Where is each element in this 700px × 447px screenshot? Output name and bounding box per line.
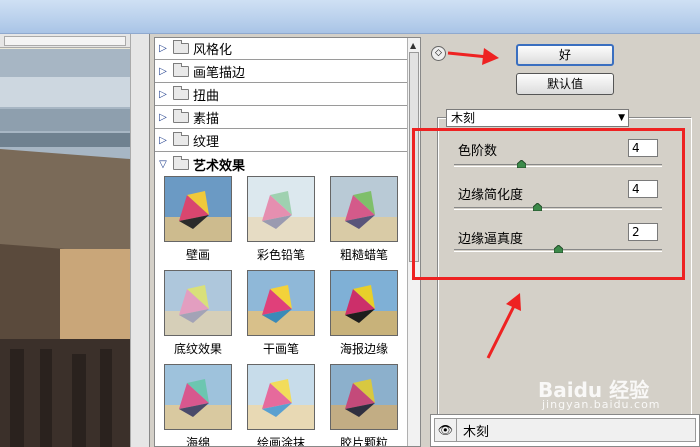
highlight-box (412, 128, 685, 280)
filter-label: 彩色铅笔 (256, 248, 305, 262)
folder-icon (173, 63, 189, 77)
filter-thumb-sponge[interactable] (164, 364, 232, 430)
collapse-gallery-icon[interactable]: ◇ (431, 46, 446, 61)
rough-pastels-thumbnail (331, 177, 397, 241)
category-label: 艺术效果 (193, 158, 246, 174)
filter-label: 海报边缘 (339, 342, 388, 356)
default-button[interactable]: 默认值 (516, 73, 614, 95)
filter-thumb-film-grain[interactable] (330, 364, 398, 430)
folder-icon (173, 132, 189, 146)
filter-thumb-dry-brush[interactable] (247, 270, 315, 336)
expand-triangle-icon[interactable]: ▷ (155, 135, 171, 146)
effect-layers-panel: 👁 木刻 (430, 414, 700, 447)
preview-horizontal-scrollbar[interactable] (0, 34, 149, 48)
preview-vertical-scrollbar[interactable] (130, 34, 149, 447)
category-distort[interactable]: ▷ 扭曲 (155, 84, 407, 106)
expand-triangle-icon[interactable]: ▷ (155, 66, 171, 77)
image-preview-pane[interactable] (0, 34, 150, 447)
sponge-thumbnail (165, 365, 231, 429)
collapse-triangle-icon[interactable]: ▽ (155, 159, 171, 170)
category-texture[interactable]: ▷ 纹理 (155, 130, 407, 152)
folder-icon (173, 40, 189, 54)
filter-select-value: 木刻 (451, 111, 476, 125)
filter-label: 底纹效果 (173, 342, 222, 356)
expand-triangle-icon[interactable]: ▷ (155, 43, 171, 54)
category-brush-strokes[interactable]: ▷ 画笔描边 (155, 61, 407, 83)
filter-thumb-poster-edges[interactable] (330, 270, 398, 336)
category-sketch[interactable]: ▷ 素描 (155, 107, 407, 129)
window-title-bar (0, 0, 700, 34)
category-label: 扭曲 (193, 89, 220, 104)
filter-type-select[interactable]: 木刻 ▼ (446, 109, 629, 127)
filter-thumb-rough-pastels[interactable] (330, 176, 398, 242)
filter-label: 胶片颗粒 (339, 436, 388, 447)
filter-label: 壁画 (185, 248, 210, 262)
scroll-up-icon[interactable]: ▲ (410, 41, 416, 50)
filter-thumb-underpainting[interactable] (164, 270, 232, 336)
layer-name: 木刻 (463, 424, 490, 440)
filter-label: 粗糙蜡笔 (339, 248, 388, 262)
filter-label: 绘画涂抹 (256, 436, 305, 447)
folder-open-icon (173, 155, 189, 170)
category-label: 风格化 (193, 43, 233, 58)
chevron-down-icon[interactable]: ▼ (618, 110, 625, 126)
expand-triangle-icon[interactable]: ▷ (155, 112, 171, 123)
category-label: 素描 (193, 112, 220, 127)
colored-pencil-thumbnail (248, 177, 314, 241)
filter-gallery[interactable]: ▷ 风格化 ▷ 画笔描边 ▷ 扭曲 ▷ 素描 ▷ 纹理 ▽ 艺术效果 壁画 彩色… (154, 37, 421, 447)
eye-icon[interactable]: 👁 (435, 419, 457, 441)
effect-layer-row[interactable]: 👁 木刻 (434, 418, 696, 442)
poster-edges-thumbnail (331, 271, 397, 335)
filter-thumb-fresco[interactable] (164, 176, 232, 242)
expand-triangle-icon[interactable]: ▷ (155, 89, 171, 100)
category-artistic[interactable]: ▽ 艺术效果 (155, 153, 407, 175)
folder-icon (173, 109, 189, 123)
category-label: 画笔描边 (193, 66, 246, 81)
preview-image (0, 49, 130, 447)
filter-thumb-colored-pencil[interactable] (247, 176, 315, 242)
ok-button[interactable]: 好 (516, 44, 614, 66)
underpainting-thumbnail (165, 271, 231, 335)
category-stylize[interactable]: ▷ 风格化 (155, 38, 407, 60)
folder-icon (173, 86, 189, 100)
filter-label: 干画笔 (262, 342, 299, 356)
dry-brush-thumbnail (248, 271, 314, 335)
category-label: 纹理 (193, 135, 220, 150)
preview-scroll-thumb[interactable] (4, 36, 126, 46)
fresco-thumbnail (165, 177, 231, 241)
watermark-logo: Baidu 经验 jingyan.baidu.com (538, 374, 698, 411)
smudge-stick-thumbnail (248, 365, 314, 429)
watermark-url: jingyan.baidu.com (542, 398, 661, 411)
filter-thumb-smudge-stick[interactable] (247, 364, 315, 430)
filter-label: 海绵 (185, 436, 210, 447)
film-grain-thumbnail (331, 365, 397, 429)
